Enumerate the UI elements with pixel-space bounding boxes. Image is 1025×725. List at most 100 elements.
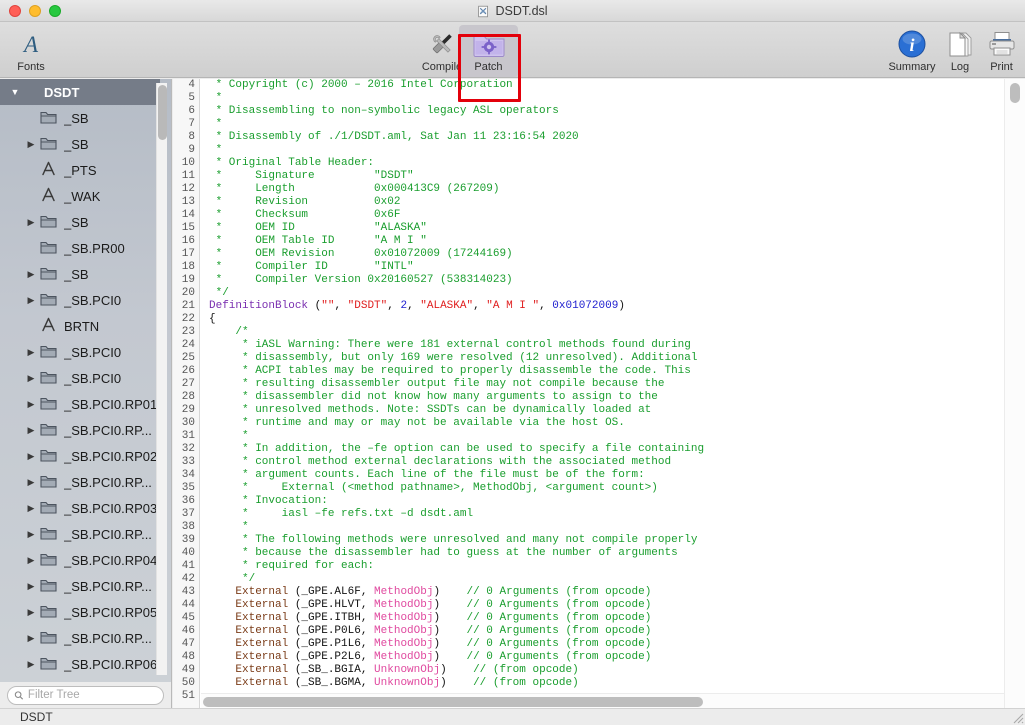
code-line[interactable]: * In addition, the –fe option can be use… <box>201 443 704 456</box>
tree-item[interactable]: ▶ _SB.PCI0 <box>0 287 160 313</box>
code-line[interactable]: * <box>201 92 704 105</box>
code-line[interactable]: /* <box>201 326 704 339</box>
tree-item[interactable]: ▶ _SB.PCI0.RP06 <box>0 651 160 677</box>
code-line[interactable]: * <box>201 521 704 534</box>
zoom-window-button[interactable] <box>49 4 61 17</box>
minimize-window-button[interactable] <box>29 4 41 17</box>
tree-item-twisty[interactable]: ▶ <box>24 373 38 384</box>
code-line[interactable]: { <box>201 313 704 326</box>
editor-vertical-scrollbar[interactable] <box>1004 79 1025 708</box>
code-line[interactable]: * Disassembly of ./1/DSDT.aml, Sat Jan 1… <box>201 131 704 144</box>
tree-item-twisty[interactable]: ▶ <box>24 503 38 514</box>
code-line[interactable]: * OEM Revision 0x01072009 (17244169) <box>201 248 704 261</box>
code-viewport[interactable]: * Copyright (c) 2000 – 2016 Intel Corpor… <box>201 79 1004 708</box>
print-button[interactable]: Print <box>978 25 1025 77</box>
tree-item[interactable]: ▶ _SB <box>0 261 160 287</box>
code-line[interactable]: * Signature "DSDT" <box>201 170 704 183</box>
tree-item[interactable]: ▶ _SB.PCI0.RP... <box>0 469 160 495</box>
code-line[interactable]: * unresolved methods. Note: SSDTs can be… <box>201 404 704 417</box>
tree-root-row[interactable]: ▼ DSDT <box>0 79 160 105</box>
tree-item[interactable]: ▶ _SB.PCI0.RP03 <box>0 495 160 521</box>
tree-item-twisty[interactable]: ▶ <box>24 555 38 566</box>
sidebar-scrollbar[interactable] <box>156 83 167 675</box>
tree-root-twisty[interactable]: ▼ <box>8 87 22 97</box>
tree-item[interactable]: ▶ _SB.PCI0.RP04 <box>0 547 160 573</box>
filter-tree-input[interactable] <box>27 689 157 701</box>
code-line[interactable]: External (_GPE.AL6F, MethodObj) // 0 Arg… <box>201 586 704 599</box>
code-line[interactable]: * runtime and may or may not be availabl… <box>201 417 704 430</box>
code-line[interactable]: * Compiler Version 0x20160527 (538314023… <box>201 274 704 287</box>
code-line[interactable]: * disassembly, but only 169 were resolve… <box>201 352 704 365</box>
code-line[interactable]: * iasl –fe refs.txt –d dsdt.aml <box>201 508 704 521</box>
tree-item-twisty[interactable]: ▶ <box>24 269 38 280</box>
tree-item-twisty[interactable]: ▶ <box>24 477 38 488</box>
code-line[interactable]: * because the disassembler had to guess … <box>201 547 704 560</box>
summary-button[interactable]: i Summary <box>881 25 943 77</box>
tree-item-twisty[interactable]: ▶ <box>24 581 38 592</box>
patch-button[interactable]: Patch <box>459 25 518 77</box>
filter-tree-field[interactable] <box>7 685 164 705</box>
code-line[interactable]: */ <box>201 287 704 300</box>
close-window-button[interactable] <box>9 4 21 17</box>
tree-item[interactable]: _PTS <box>0 157 160 183</box>
tree-item-twisty[interactable]: ▶ <box>24 347 38 358</box>
tree-item[interactable]: ▶ _SB.PCI0.RP02 <box>0 443 160 469</box>
code-content[interactable]: * Copyright (c) 2000 – 2016 Intel Corpor… <box>201 79 704 703</box>
tree-item[interactable]: ▶ _SB.PCI0.RP... <box>0 521 160 547</box>
code-line[interactable]: * OEM Table ID "A M I " <box>201 235 704 248</box>
tree-item-twisty[interactable]: ▶ <box>24 659 38 670</box>
tree-sidebar[interactable]: ▼ DSDT _SB ▶ _SB _PTS _WAK ▶ _SB _SB.PR00 ▶ _SB ▶ _SB… <box>0 79 172 682</box>
code-line[interactable]: External (_SB_.BGMA, UnknownObj) // (fro… <box>201 677 704 690</box>
code-line[interactable]: External (_GPE.P2L6, MethodObj) // 0 Arg… <box>201 651 704 664</box>
code-line[interactable]: * Length 0x000413C9 (267209) <box>201 183 704 196</box>
tree-item-twisty[interactable]: ▶ <box>24 139 38 150</box>
tree-item[interactable]: ▶ _SB.PCI0 <box>0 339 160 365</box>
tree-item-twisty[interactable]: ▶ <box>24 217 38 228</box>
code-line[interactable]: * <box>201 144 704 157</box>
tree-item[interactable]: ▶ _SB.PCI0.RP01 <box>0 391 160 417</box>
code-line[interactable]: * Invocation: <box>201 495 704 508</box>
sidebar-scrollbar-thumb[interactable] <box>158 85 167 140</box>
code-line[interactable]: External (_GPE.HLVT, MethodObj) // 0 Arg… <box>201 599 704 612</box>
tree-item[interactable]: _WAK <box>0 183 160 209</box>
tree-item-twisty[interactable]: ▶ <box>24 295 38 306</box>
code-line[interactable]: * iASL Warning: There were 181 external … <box>201 339 704 352</box>
editor-horizontal-scrollbar-thumb[interactable] <box>203 697 703 707</box>
tree-item[interactable]: _SB.PR00 <box>0 235 160 261</box>
code-line[interactable]: * <box>201 118 704 131</box>
code-editor[interactable]: 4 5 6 7 8 9 10 11 12 13 14 15 16 17 18 19 20 21 22 23 24 25 26… <box>173 79 1025 708</box>
fonts-button[interactable]: A Fonts <box>0 25 62 77</box>
code-line[interactable]: External (_GPE.ITBH, MethodObj) // 0 Arg… <box>201 612 704 625</box>
tree-item[interactable]: _SB <box>0 105 160 131</box>
code-line[interactable]: * Copyright (c) 2000 – 2016 Intel Corpor… <box>201 79 704 92</box>
tree-item[interactable]: ▶ _SB.PCI0.RP... <box>0 625 160 651</box>
code-line[interactable]: */ <box>201 573 704 586</box>
code-line[interactable]: * Original Table Header: <box>201 157 704 170</box>
tree-item-twisty[interactable]: ▶ <box>24 529 38 540</box>
code-line[interactable]: * required for each: <box>201 560 704 573</box>
tree-item-twisty[interactable]: ▶ <box>24 425 38 436</box>
tree-item-twisty[interactable]: ▶ <box>24 399 38 410</box>
tree-item-twisty[interactable]: ▶ <box>24 451 38 462</box>
code-line[interactable]: External (_GPE.P1L6, MethodObj) // 0 Arg… <box>201 638 704 651</box>
code-line[interactable]: * resulting disassembler output file may… <box>201 378 704 391</box>
code-line[interactable]: * ACPI tables may be required to properl… <box>201 365 704 378</box>
code-line[interactable]: * disassembler did not know how many arg… <box>201 391 704 404</box>
tree-item[interactable]: BRTN <box>0 313 160 339</box>
code-line[interactable]: * Revision 0x02 <box>201 196 704 209</box>
tree-item-twisty[interactable]: ▶ <box>24 633 38 644</box>
tree-item-twisty[interactable]: ▶ <box>24 607 38 618</box>
code-line[interactable]: * OEM ID "ALASKA" <box>201 222 704 235</box>
code-line[interactable]: * <box>201 430 704 443</box>
code-line[interactable]: * Checksum 0x6F <box>201 209 704 222</box>
tree-item[interactable]: ▶ _SB <box>0 209 160 235</box>
code-line[interactable]: DefinitionBlock ("", "DSDT", 2, "ALASKA"… <box>201 300 704 313</box>
tree-item[interactable]: ▶ _SB <box>0 131 160 157</box>
tree-item[interactable]: ▶ _SB.PCI0 <box>0 365 160 391</box>
window-resize-grip[interactable] <box>1011 711 1024 724</box>
tree-item[interactable]: ▶ _SB.PCI0.RP... <box>0 573 160 599</box>
tree-item[interactable]: ▶ _SB.PCI0.RP... <box>0 417 160 443</box>
code-line[interactable]: * argument counts. Each line of the file… <box>201 469 704 482</box>
editor-vertical-scrollbar-thumb[interactable] <box>1010 83 1020 103</box>
code-line[interactable]: * control method external declarations w… <box>201 456 704 469</box>
